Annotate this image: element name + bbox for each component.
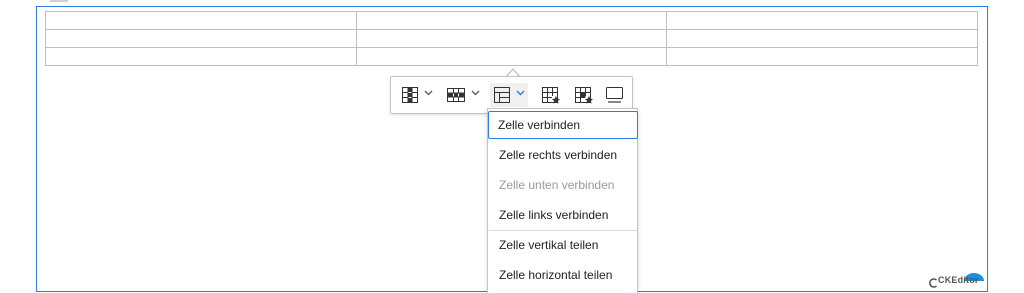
table-cell[interactable] xyxy=(355,47,668,66)
merge-cell-down-button[interactable]: Zelle unten verbinden xyxy=(489,171,637,199)
merge-cells-button[interactable] xyxy=(490,83,528,107)
table-properties-button[interactable] xyxy=(539,83,561,107)
table-cell[interactable] xyxy=(666,11,978,30)
caption-button[interactable] xyxy=(603,83,625,107)
row-button[interactable] xyxy=(444,83,482,107)
merge-cell-button[interactable]: Zelle verbinden xyxy=(488,111,638,139)
table-row xyxy=(45,11,978,30)
split-cell-horizontal-button[interactable]: Zelle horizontal teilen xyxy=(489,261,637,289)
chevron-down-icon xyxy=(516,90,525,96)
chevron-down-icon xyxy=(424,90,433,96)
top-strip xyxy=(0,0,1024,5)
caption-icon xyxy=(605,85,625,105)
table-row xyxy=(45,29,978,48)
cell-properties-icon xyxy=(574,85,594,105)
table-cell[interactable] xyxy=(45,11,357,30)
merge-cell-right-button[interactable]: Zelle rechts verbinden xyxy=(489,141,637,169)
column-icon xyxy=(401,85,419,105)
cell-properties-button[interactable] xyxy=(572,83,594,107)
merge-cells-icon xyxy=(493,85,511,105)
content-table[interactable] xyxy=(45,11,978,66)
table-cell[interactable] xyxy=(666,47,978,66)
table-cell[interactable] xyxy=(355,11,668,30)
chevron-down-icon xyxy=(471,90,480,96)
logo-c-icon xyxy=(929,275,938,293)
table-cell[interactable] xyxy=(45,29,357,48)
table-cell[interactable] xyxy=(45,47,357,66)
ckeditor-logo[interactable]: CKEditor xyxy=(928,268,984,288)
logo-text: CKEditor xyxy=(938,275,979,285)
column-button[interactable] xyxy=(399,83,437,107)
table-cell[interactable] xyxy=(355,29,668,48)
row-icon xyxy=(446,85,466,105)
merge-cells-dropdown: Zelle verbinden Zelle rechts verbinden Z… xyxy=(487,108,638,293)
merge-cell-left-button[interactable]: Zelle links verbinden xyxy=(489,201,637,229)
table-properties-icon xyxy=(541,85,561,105)
split-cell-vertical-button[interactable]: Zelle vertikal teilen xyxy=(489,231,637,259)
scroll-mark xyxy=(50,0,68,2)
table-row xyxy=(45,47,978,66)
table-cell[interactable] xyxy=(666,29,978,48)
